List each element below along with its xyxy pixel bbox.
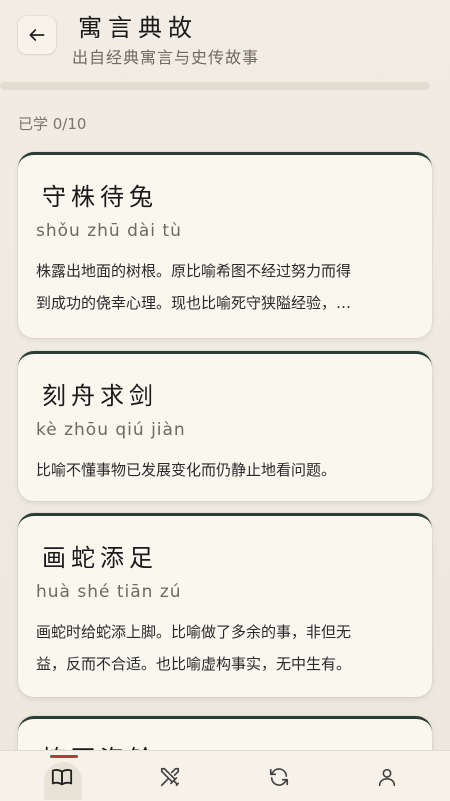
progress-text: 已学 0/10 (18, 115, 87, 133)
idiom-description-line: 到成功的侥幸心理。现也比喻死守狭隘经验，… (36, 294, 352, 312)
idiom-description: 株露出地面的树根。原比喻希图不经过努力而得 到成功的侥幸心理。现也比喻死守狭隘经… (36, 255, 416, 319)
idiom-title: 刻舟求剑 (42, 382, 158, 410)
horizontal-scrollbar[interactable] (0, 82, 430, 90)
idiom-title: 画蛇添足 (42, 544, 158, 572)
person-icon (378, 768, 396, 787)
header: 寓言典故 出自经典寓言与史传故事 (0, 0, 450, 80)
idiom-title: 守株待兔 (42, 183, 158, 211)
nav-tab-challenge[interactable] (148, 750, 192, 790)
nav-tab-idioms[interactable] (40, 750, 84, 790)
swords-icon (160, 767, 180, 787)
idiom-description: 比喻不懂事物已发展变化而仍静止地看问题。 (36, 454, 416, 486)
arrow-left-icon (29, 29, 45, 41)
idiom-description-line: 益，反而不合适。也比喻虚构事实，无中生有。 (36, 655, 352, 673)
page-subtitle: 出自经典寓言与史传故事 (72, 48, 260, 67)
idiom-pinyin: huà shé tiān zú (36, 582, 182, 602)
idiom-card[interactable]: 画蛇添足 huà shé tiān zú 画蛇时给蛇添上脚。比喻做了多余的事，非… (18, 513, 432, 697)
idiom-description-line: 画蛇时给蛇添上脚。比喻做了多余的事，非但无 (36, 623, 352, 641)
idiom-card[interactable]: 守株待兔 shǒu zhū dài tù 株露出地面的树根。原比喻希图不经过努力… (18, 152, 432, 338)
idiom-card[interactable]: 刻舟求剑 kè zhōu qiú jiàn 比喻不懂事物已发展变化而仍静止地看问… (18, 351, 432, 501)
idiom-description-line: 比喻不懂事物已发展变化而仍静止地看问题。 (36, 461, 337, 479)
nav-tab-profile[interactable] (365, 750, 409, 790)
book-icon (51, 768, 73, 786)
refresh-icon (269, 768, 289, 786)
idiom-pinyin: shǒu zhū dài tù (36, 221, 182, 241)
app-root: 寓言典故 出自经典寓言与史传故事 已学 0/10 守株待兔 shǒu zhū d… (0, 0, 450, 801)
idiom-description-line: 株露出地面的树根。原比喻希图不经过努力而得 (36, 262, 352, 280)
back-button[interactable] (18, 16, 56, 54)
page-title: 寓言典故 (78, 14, 198, 42)
idiom-description: 画蛇时给蛇添上脚。比喻做了多余的事，非但无 益，反而不合适。也比喻虚构事实，无中… (36, 616, 416, 680)
idiom-pinyin: kè zhōu qiú jiàn (36, 420, 186, 440)
nav-tab-review[interactable] (257, 750, 301, 790)
